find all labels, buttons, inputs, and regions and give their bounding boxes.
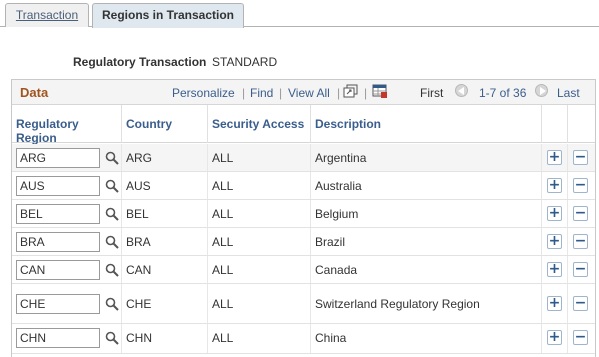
region-input[interactable] xyxy=(16,232,100,252)
description-cell: Belgium xyxy=(315,207,359,221)
security-access-cell: ALL xyxy=(212,179,234,193)
view-all-link[interactable]: View All xyxy=(288,86,330,100)
lookup-icon[interactable] xyxy=(104,296,120,312)
delete-row-icon[interactable]: − xyxy=(573,262,588,277)
separator: | xyxy=(279,86,283,100)
country-cell: CAN xyxy=(126,263,152,277)
delete-row-icon[interactable]: − xyxy=(573,330,588,345)
lookup-icon[interactable] xyxy=(104,150,120,166)
download-grid-icon[interactable] xyxy=(372,84,387,98)
column-header-add xyxy=(542,105,568,143)
separator: | xyxy=(364,86,368,100)
security-access-cell: ALL xyxy=(212,207,234,221)
description-cell: Brazil xyxy=(315,235,346,249)
country-cell: BEL xyxy=(126,207,149,221)
region-input[interactable] xyxy=(16,294,100,314)
region-input[interactable] xyxy=(16,204,100,224)
regulatory-transaction-value: STANDARD xyxy=(212,55,278,69)
regulatory-transaction-label: Regulatory Transaction xyxy=(73,55,207,69)
add-row-icon[interactable]: + xyxy=(547,234,562,249)
lookup-icon[interactable] xyxy=(104,234,120,250)
find-link[interactable]: Find xyxy=(250,86,273,100)
delete-row-icon[interactable]: − xyxy=(573,150,588,165)
description-cell: Canada xyxy=(315,263,358,277)
security-access-cell: ALL xyxy=(212,331,234,345)
add-row-icon[interactable]: + xyxy=(547,296,562,311)
last-link[interactable]: Last xyxy=(557,86,580,100)
add-row-icon[interactable]: + xyxy=(547,330,562,345)
table-row: BEL ALL Belgium + − xyxy=(12,200,595,228)
table-row: CAN ALL Canada + − xyxy=(12,256,595,284)
region-input[interactable] xyxy=(16,176,100,196)
security-access-cell: ALL xyxy=(212,151,234,165)
delete-row-icon[interactable]: − xyxy=(573,234,588,249)
description-cell: Australia xyxy=(315,179,362,193)
lookup-icon[interactable] xyxy=(104,330,120,346)
add-row-icon[interactable]: + xyxy=(547,206,562,221)
country-cell: AUS xyxy=(126,179,151,193)
separator: | xyxy=(242,86,246,100)
lookup-icon[interactable] xyxy=(104,206,120,222)
description-cell: Switzerland Regulatory Region xyxy=(315,297,480,311)
column-header-country[interactable]: Country xyxy=(122,105,208,143)
lookup-icon[interactable] xyxy=(104,262,120,278)
delete-row-icon[interactable]: − xyxy=(573,178,588,193)
region-input[interactable] xyxy=(16,148,100,168)
separator: | xyxy=(337,86,341,100)
column-header-delete xyxy=(568,105,595,143)
description-cell: China xyxy=(315,331,347,345)
tab-bar: Transaction Regions in Transaction xyxy=(0,0,599,28)
prev-page-icon[interactable] xyxy=(455,84,468,97)
region-input[interactable] xyxy=(16,260,100,280)
delete-row-icon[interactable]: − xyxy=(573,206,588,221)
table-row: CHE ALL Switzerland Regulatory Region + … xyxy=(12,284,595,324)
personalize-link[interactable]: Personalize xyxy=(172,86,235,100)
add-row-icon[interactable]: + xyxy=(547,178,562,193)
country-cell: ARG xyxy=(126,151,153,165)
row-range: 1-7 of 36 xyxy=(479,86,527,100)
tab-transaction[interactable]: Transaction xyxy=(5,3,89,27)
next-page-icon[interactable] xyxy=(535,84,548,97)
security-access-cell: ALL xyxy=(212,297,234,311)
grid-title: Data xyxy=(20,85,49,100)
description-cell: Argentina xyxy=(315,151,367,165)
add-row-icon[interactable]: + xyxy=(547,150,562,165)
table-row: CHN ALL China + − xyxy=(12,324,595,354)
security-access-cell: ALL xyxy=(212,263,234,277)
tab-regions-in-transaction[interactable]: Regions in Transaction xyxy=(92,3,244,28)
table-row: BRA ALL Brazil + − xyxy=(12,228,595,256)
security-access-cell: ALL xyxy=(212,235,234,249)
country-cell: BRA xyxy=(126,235,151,249)
region-input[interactable] xyxy=(16,328,100,348)
grid-toolbar: Data Personalize | Find | View All | | F… xyxy=(12,80,595,105)
first-label: First xyxy=(420,86,444,100)
country-cell: CHN xyxy=(126,331,152,345)
table-row: ARG ALL Argentina + − xyxy=(12,144,595,172)
zoom-grid-icon[interactable] xyxy=(343,84,358,98)
regions-grid: Data Personalize | Find | View All | | F… xyxy=(11,79,596,357)
delete-row-icon[interactable]: − xyxy=(573,296,588,311)
column-header-regulatory-region[interactable]: Regulatory Region xyxy=(12,105,122,145)
column-header-description[interactable]: Description xyxy=(311,105,542,143)
table-row: AUS ALL Australia + − xyxy=(12,172,595,200)
country-cell: CHE xyxy=(126,297,152,311)
add-row-icon[interactable]: + xyxy=(547,262,562,277)
lookup-icon[interactable] xyxy=(104,178,120,194)
column-header-security-access[interactable]: Security Access xyxy=(208,105,311,143)
